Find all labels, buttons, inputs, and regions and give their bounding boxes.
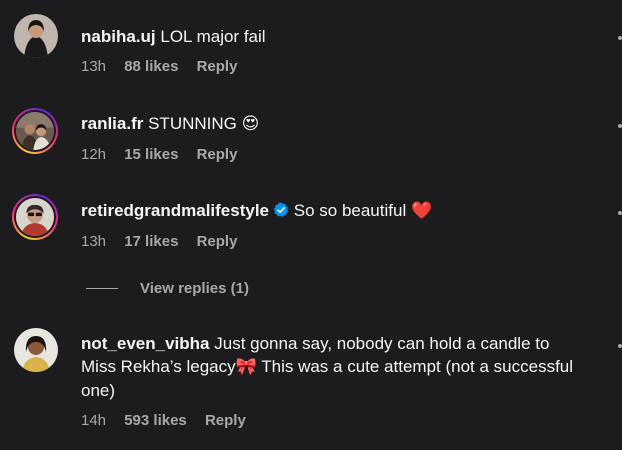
comment-message: LOL major fail xyxy=(160,27,266,46)
comment-username[interactable]: not_even_vibha xyxy=(81,334,210,353)
avatar-image xyxy=(14,14,58,58)
avatar-image xyxy=(16,112,54,150)
comment-text: retiredgrandmalifestyle So so beautiful … xyxy=(81,199,582,223)
more-options-icon[interactable] xyxy=(618,344,622,348)
comment-message: So so beautiful xyxy=(293,201,407,220)
more-options-icon[interactable] xyxy=(618,124,622,128)
red-heart-emoji: ❤️ xyxy=(410,201,433,221)
heart-eyes-emoji: 😍 xyxy=(241,114,260,134)
comment-meta: 13h 88 likes Reply xyxy=(81,57,582,77)
reply-button[interactable]: Reply xyxy=(197,233,238,250)
verified-badge-icon xyxy=(273,202,289,217)
comment-username[interactable]: ranlia.fr xyxy=(81,114,143,133)
comment-time: 13h xyxy=(81,233,107,250)
avatar[interactable] xyxy=(12,108,58,154)
avatar-image xyxy=(16,198,54,236)
comment-text: ranlia.fr STUNNING 😍 xyxy=(81,112,582,136)
avatar[interactable] xyxy=(14,14,58,58)
view-replies-label: View replies (1) xyxy=(140,280,249,297)
comments-feed: nabiha.uj LOL major fail 13h 88 likes Re… xyxy=(0,0,622,450)
comment-message: STUNNING xyxy=(148,114,237,133)
comment-username[interactable]: retiredgrandmalifestyle xyxy=(81,201,269,220)
more-options-icon[interactable] xyxy=(618,36,622,40)
comment-meta: 12h 15 likes Reply xyxy=(81,145,582,165)
reply-button[interactable]: Reply xyxy=(205,412,246,429)
more-options-icon[interactable] xyxy=(618,211,622,215)
comment-text: nabiha.uj LOL major fail xyxy=(81,25,582,48)
comment-username[interactable]: nabiha.uj xyxy=(81,27,156,46)
ribbon-emoji: 🎀 xyxy=(235,357,257,377)
reply-button[interactable]: Reply xyxy=(197,58,238,75)
comment-time: 12h xyxy=(81,146,107,163)
comment-likes[interactable]: 15 likes xyxy=(124,146,178,163)
avatar[interactable] xyxy=(12,194,58,240)
comment-text: not_even_vibha Just gonna say, nobody ca… xyxy=(81,332,582,402)
replies-divider xyxy=(86,288,118,289)
comment-likes[interactable]: 88 likes xyxy=(124,58,178,75)
comment-time: 14h xyxy=(81,412,107,429)
view-replies-button[interactable]: View replies (1) xyxy=(86,280,249,297)
comment-meta: 13h 17 likes Reply xyxy=(81,232,582,252)
avatar-image xyxy=(14,328,58,372)
avatar[interactable] xyxy=(14,328,58,372)
comment-meta: 14h 593 likes Reply xyxy=(81,411,582,431)
comment-likes[interactable]: 17 likes xyxy=(124,233,178,250)
reply-button[interactable]: Reply xyxy=(197,146,238,163)
comment-likes[interactable]: 593 likes xyxy=(124,412,187,429)
comment-time: 13h xyxy=(81,58,107,75)
